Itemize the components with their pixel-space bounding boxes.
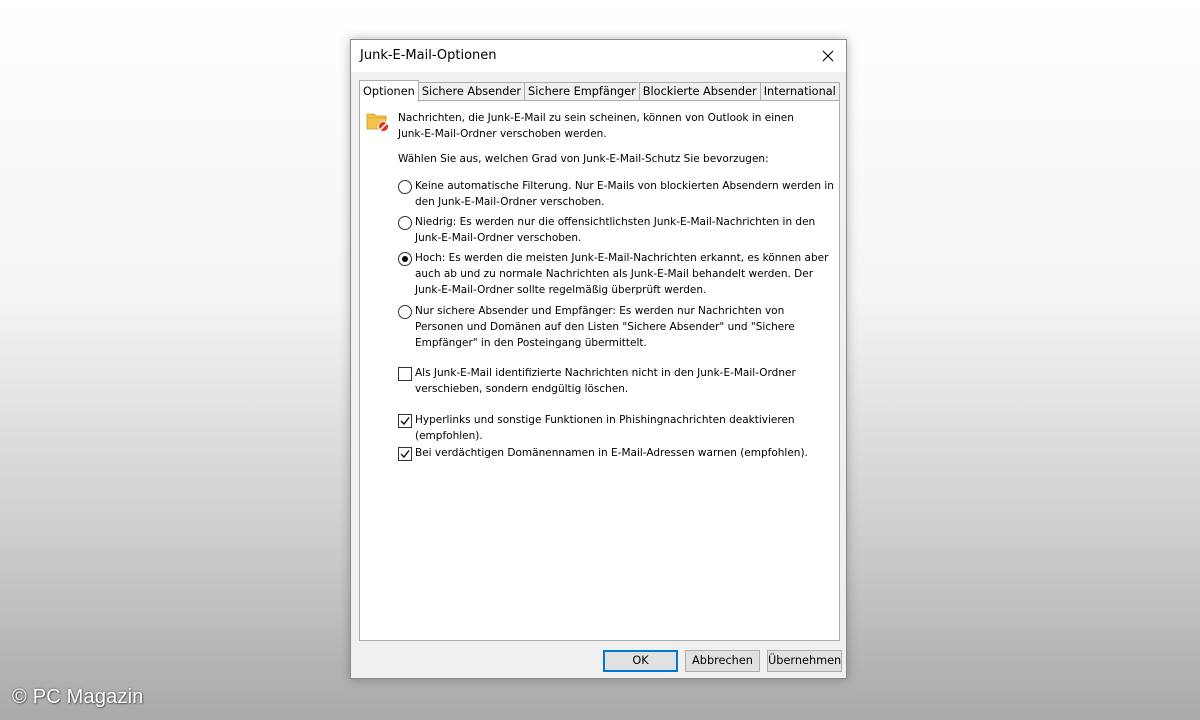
checkbox-delete-junk-label: Als Junk-E-Mail identifizierte Nachricht… — [415, 367, 796, 395]
watermark: © PC Magazin — [12, 686, 144, 708]
checkbox-disable-phishing-links-label: Hyperlinks und sonstige Funktionen in Ph… — [415, 414, 795, 442]
tab-sichere-empfaenger[interactable]: Sichere Empfänger — [524, 82, 640, 101]
protection-level-prompt: Wählen Sie aus, welchen Grad von Junk-E-… — [398, 153, 769, 165]
apply-button[interactable]: Übernehmen — [767, 650, 842, 672]
close-icon — [822, 50, 834, 62]
dialog-title: Junk-E-Mail-Optionen — [360, 48, 497, 63]
checkbox-delete-junk[interactable] — [398, 367, 412, 381]
radio-no-filtering[interactable] — [398, 180, 412, 194]
junk-mail-options-dialog: Junk-E-Mail-Optionen Optionen Sichere Ab… — [350, 39, 847, 679]
tab-optionen[interactable]: Optionen — [359, 80, 419, 102]
checkbox-warn-suspicious-domains[interactable] — [398, 447, 412, 461]
intro-text: Nachrichten, die Junk-E-Mail zu sein sch… — [398, 112, 794, 140]
dialog-title-bar: Junk-E-Mail-Optionen — [351, 40, 846, 72]
tab-bar: Optionen Sichere Absender Sichere Empfän… — [359, 80, 840, 102]
radio-low-label: Niedrig: Es werden nur die offensichtlic… — [415, 216, 816, 244]
tab-sichere-absender[interactable]: Sichere Absender — [417, 82, 526, 101]
radio-low[interactable] — [398, 216, 412, 230]
checkmark-icon — [400, 417, 410, 425]
close-button[interactable] — [814, 44, 842, 68]
tab-blockierte-absender[interactable]: Blockierte Absender — [638, 82, 761, 101]
radio-safe-lists-only-label: Nur sichere Absender und Empfänger: Es w… — [415, 305, 795, 349]
tab-international[interactable]: International — [759, 82, 840, 101]
radio-safe-lists-only[interactable] — [398, 305, 412, 319]
cancel-button[interactable]: Abbrechen — [685, 650, 760, 672]
ok-button[interactable]: OK — [603, 650, 678, 672]
radio-high-label: Hoch: Es werden die meisten Junk-E-Mail-… — [415, 252, 829, 296]
junk-folder-icon — [366, 113, 389, 132]
radio-no-filtering-label: Keine automatische Filterung. Nur E-Mail… — [415, 180, 834, 208]
checkbox-warn-suspicious-domains-label: Bei verdächtigen Domänennamen in E-Mail-… — [415, 447, 808, 459]
checkmark-icon — [400, 450, 410, 458]
checkbox-disable-phishing-links[interactable] — [398, 414, 412, 428]
options-tab-panel: Nachrichten, die Junk-E-Mail zu sein sch… — [359, 100, 840, 641]
radio-high[interactable] — [398, 252, 412, 266]
